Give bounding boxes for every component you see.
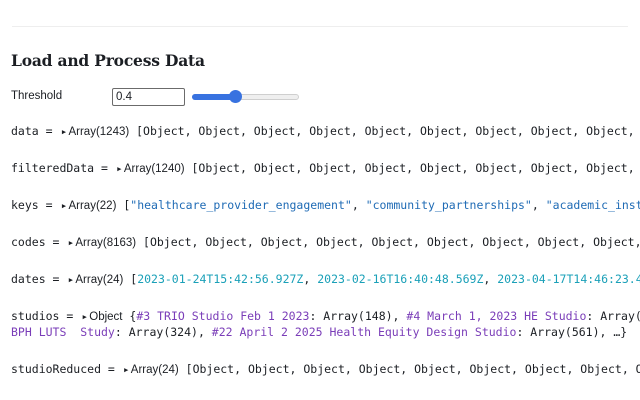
- threshold-control: Threshold: [11, 88, 311, 106]
- date-item: 2023-01-24T15:42:56.927Z: [137, 272, 304, 286]
- date-item: 2023-04-17T14:46:23.426Z: [497, 272, 640, 286]
- variable-name: filteredData =: [11, 161, 115, 175]
- array-preview: [Object, Object, Object, Object, Object,…: [191, 161, 635, 175]
- variable-name: data =: [11, 124, 60, 138]
- array-summary[interactable]: Array(22): [68, 200, 116, 212]
- array-open-bracket: [: [116, 198, 131, 212]
- array-preview: [Object, Object, Object, Object, Object,…: [129, 124, 640, 138]
- object-summary[interactable]: Object: [89, 311, 122, 323]
- slider-thumb[interactable]: [229, 90, 242, 103]
- object-value: : Array(148),: [309, 309, 407, 323]
- expand-triangle-icon[interactable]: ▶: [122, 362, 131, 378]
- array-summary[interactable]: Array(24): [75, 274, 123, 286]
- cell-filtered-data: filteredData = ▶ Array(1240) [Object, Obj…: [11, 160, 640, 177]
- object-key: #22 April 2 2025 Health Equity Design St…: [211, 325, 517, 339]
- top-divider: [12, 26, 628, 27]
- array-summary[interactable]: Array(8163): [75, 237, 136, 249]
- object-value: : Array(561), …}: [516, 325, 628, 339]
- variable-name: dates =: [11, 272, 67, 286]
- threshold-slider[interactable]: [192, 90, 299, 104]
- expand-triangle-icon[interactable]: ▶: [115, 161, 124, 177]
- cell-dates: dates = ▶ Array(24) [2023-01-24T15:42:56.…: [11, 271, 640, 288]
- cell-keys: keys = ▶ Array(22) ["healthcare_provider_…: [11, 197, 640, 214]
- cell-codes: codes = ▶ Array(8163) [Object, Object, Ob…: [11, 234, 640, 251]
- variable-name: codes =: [11, 235, 67, 249]
- expand-triangle-icon[interactable]: ▶: [80, 309, 89, 325]
- array-summary[interactable]: Array(1243): [68, 126, 129, 138]
- string-item: "healthcare_provider_engagement": [130, 198, 352, 212]
- array-summary[interactable]: Array(24): [131, 364, 179, 376]
- string-item: "community_partnerships": [365, 198, 532, 212]
- array-preview: [Object, Object, Object, Object, Object,…: [185, 362, 640, 376]
- threshold-label: Threshold: [11, 90, 63, 102]
- object-value: : Array(324),: [114, 325, 212, 339]
- cell-studios: studios = ▶ Object {#3 TRIO Studio Feb 1 …: [11, 308, 640, 325]
- object-key: #3 TRIO Studio Feb 1 2023: [136, 309, 310, 323]
- date-item: 2023-02-16T16:40:48.569Z: [317, 272, 484, 286]
- array-preview: [Object, Object, Object, Object, Object,…: [136, 235, 640, 249]
- variable-name: studioReduced =: [11, 362, 122, 376]
- object-key: BPH LUTS Study: [11, 325, 115, 339]
- object-open-brace: {: [122, 309, 137, 323]
- cell-data: data = ▶ Array(1243) [Object, Object, Obj…: [11, 123, 640, 140]
- section-heading: Load and Process Data: [11, 51, 205, 70]
- threshold-input[interactable]: [112, 88, 185, 106]
- variable-name: keys =: [11, 198, 60, 212]
- object-value: : Array(187): [586, 309, 640, 323]
- array-open-bracket: [: [123, 272, 138, 286]
- cell-studios-continued: BPH LUTS Study: Array(324), #22 April 2 …: [11, 324, 640, 340]
- object-key: #4 March 1, 2023 HE Studio: [406, 309, 587, 323]
- array-summary[interactable]: Array(1240): [124, 163, 185, 175]
- variable-name: studios =: [11, 309, 81, 323]
- cell-studio-reduced: studioReduced = ▶ Array(24) [Object, Obje…: [11, 361, 640, 378]
- string-item: "academic_institu: [545, 198, 640, 212]
